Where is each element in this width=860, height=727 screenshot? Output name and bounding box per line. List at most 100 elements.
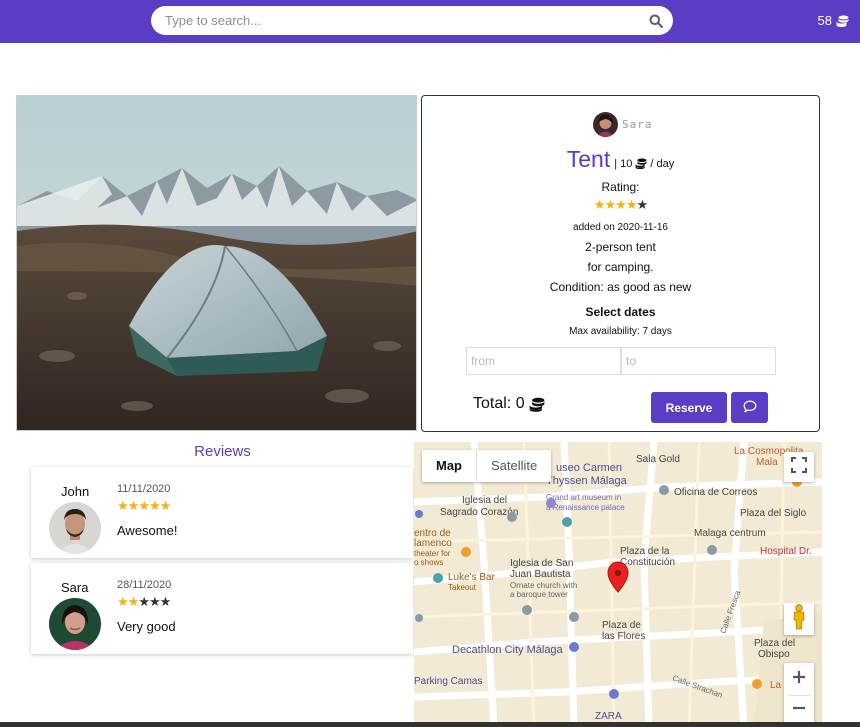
message-owner-button[interactable] [731,392,768,423]
star-icon: ★ [636,197,648,212]
map-label-plaza-siglo: Plaza del Siglo [740,508,807,519]
map-label-iglesia-2d: a baroque tower [510,590,568,599]
listing-title: Tent [566,146,611,172]
map-label-parking: Parking Camas [414,676,482,687]
star-icon: ★ [593,197,606,212]
pegman-icon [791,603,807,635]
price-amount: | 10 [614,158,633,170]
star-icon: ★ [117,594,129,609]
map-label-sala-gold: Sala Gold [636,454,680,465]
map-label-centro-2: lamenco [414,538,452,549]
reviewer-avatar [49,598,101,650]
star-icon: ★ [604,197,617,212]
map-label-malaga-centrum: Malaga centrum [694,528,766,539]
search-bar[interactable] [151,6,673,35]
zoom-in-button[interactable] [784,665,814,695]
max-availability: Max availability: 7 days [569,326,672,337]
zoom-controls [784,663,814,727]
search-input[interactable] [165,13,649,28]
added-date: added on 2020-11-16 [573,222,668,233]
page-bottom-strip [0,722,860,727]
listing-price: | 10 / day [614,158,674,170]
price-unit: / day [650,158,675,170]
map-label-decathlon: Decathlon City Málaga [452,644,564,656]
plus-icon [792,670,806,689]
owner-info[interactable]: Sara [593,112,653,137]
map-label-museo: useo Carmen [556,462,622,474]
date-from-input[interactable] [466,347,621,375]
description-line-3: Condition: as good as new [549,280,692,294]
map-label-plaza-const-2: Constitución [620,557,675,568]
street-view-button[interactable] [784,603,814,635]
map-label-hospital: Hospital Dr. [760,546,812,557]
owner-name[interactable]: Sara [622,118,653,131]
review-rating-stars: ★★★★★ [117,498,171,514]
listing-photo [16,95,417,431]
star-icon: ★ [148,594,161,609]
coins-icon [836,15,849,27]
chat-bubble-icon [743,400,757,416]
map-label-plaza-const-1: Plaza de la [620,546,670,557]
zoom-out-button[interactable] [784,696,814,726]
review-card: John 11/11/2020 ★★★★★ Awesome! [31,467,413,558]
map-label-lukes-1: Luke's Bar [448,572,496,583]
owner-avatar[interactable] [593,112,618,137]
map-label-zara: ZARA [595,711,622,722]
map-label-iglesia-1: Iglesia del [462,495,507,506]
total-label: Total: 0 [473,395,525,412]
fullscreen-icon [791,456,807,478]
coin-balance[interactable]: 58 [817,13,849,28]
star-icon: ★ [148,498,161,513]
map-type-satellite-button[interactable]: Satellite [476,450,551,482]
top-navbar: 58 [0,0,860,43]
map-label-plaza-obispo-2: Obispo [758,649,790,660]
map-label-iglesia-2b: Juan Bautista [510,569,571,580]
select-dates-label: Select dates [585,305,656,319]
map-label-lukes-2: Takeout [448,583,477,592]
rating-label: Rating: [601,180,640,194]
map-label-iglesia-2c: Ornate church with [510,581,577,590]
coins-icon [529,397,545,412]
map-label-centro-4: o shows [414,558,443,567]
date-to-input[interactable] [621,347,776,375]
star-icon: ★ [117,498,129,513]
map-label-plaza-flores-2: las Flores [602,631,645,642]
review-date: 11/11/2020 [117,483,171,495]
review-text: Awesome! [117,523,178,538]
map-label-plaza-flores-1: Plaza de [602,620,641,631]
date-range [466,347,776,375]
fullscreen-button[interactable] [784,452,814,482]
listing-detail-card: Sara Tent | 10 / day Rating: ★★★★★ added… [421,95,820,432]
coin-balance-value: 58 [817,13,832,28]
star-icon: ★ [615,197,627,212]
star-icon: ★ [127,498,140,513]
coins-icon [635,158,647,170]
map-type-map-button[interactable]: Map [422,450,476,482]
map-label-cosmopolita-b: Mala [756,457,778,468]
reviewer-name: Sara [61,580,89,595]
star-icon: ★ [127,594,140,609]
star-icon: ★ [138,594,150,609]
map-label-thyssen: Thyssen Málaga [546,475,628,487]
description-line-1: 2-person tent [585,240,656,254]
map-label-iglesia-2: Iglesia de San [510,558,573,569]
description-line-2: for camping. [587,260,654,274]
review-rating-stars: ★★★★★ [117,594,171,610]
map-type-toggle: Map Satellite [422,450,552,482]
reviewer-avatar [49,502,101,554]
map-label-museo-desc-1: Grand art museum in [546,493,621,502]
star-icon: ★ [625,197,638,212]
map-label-centro-3: theater for [414,549,451,558]
listing-rating-stars: ★★★★★ [422,197,819,213]
reserve-button[interactable]: Reserve [651,392,727,423]
review-date: 28/11/2020 [117,579,172,591]
review-card: Sara 28/11/2020 ★★★★★ Very good [31,563,413,654]
reviewer-name: John [61,484,90,499]
map-label-iglesia-1b: Sagrado Corazón [440,507,518,518]
map-label-plaza-obispo-1: Plaza del [754,638,795,649]
location-map[interactable]: useo Carmen Thyssen Málaga Grand art mus… [414,442,822,727]
search-icon[interactable] [649,14,664,28]
map-label-museo-desc-2: a Renaissance palace [546,503,625,512]
star-icon: ★ [138,498,150,513]
review-text: Very good [117,619,176,634]
